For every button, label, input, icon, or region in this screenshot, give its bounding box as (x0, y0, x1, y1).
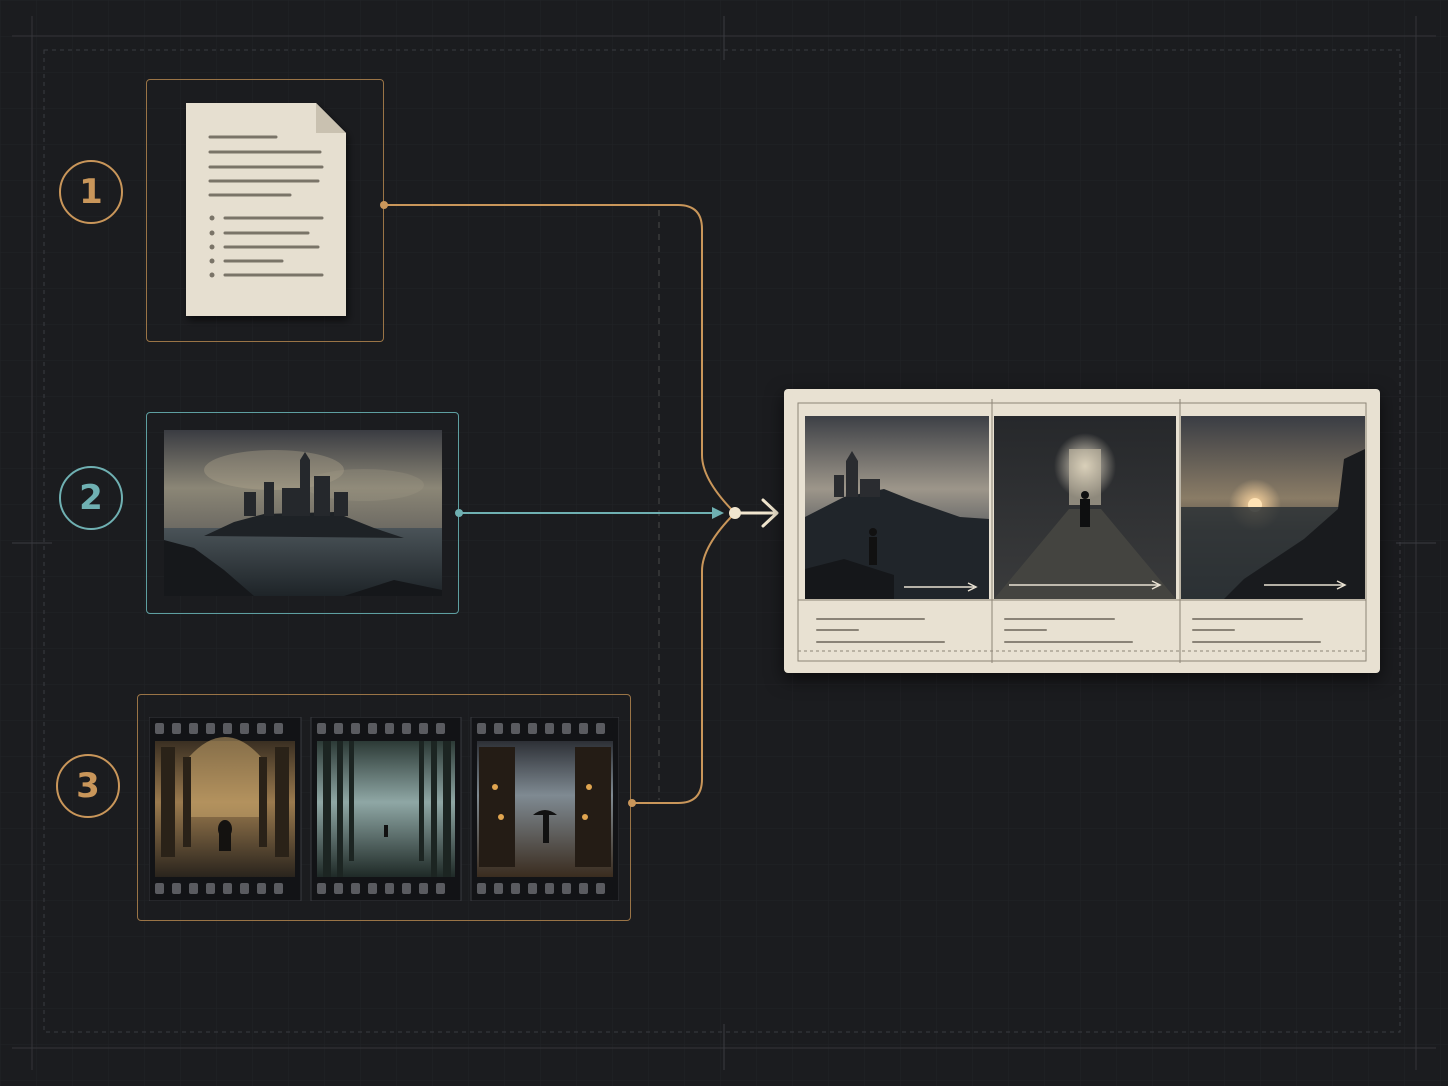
document-input-panel (146, 79, 384, 342)
sprocket-hole (402, 723, 411, 734)
sprocket-hole (334, 723, 343, 734)
sprocket-hole (240, 723, 249, 734)
film-frame-3 (470, 717, 619, 901)
storyboard-panel-2 (994, 416, 1176, 599)
sprocket-hole (494, 723, 503, 734)
sprocket-hole (172, 883, 181, 894)
film-strip-panel (137, 694, 631, 921)
storyboard-panel-3 (1181, 416, 1365, 599)
caption-lines (816, 618, 1321, 643)
sprocket-hole (317, 883, 326, 894)
sprocket-hole (351, 883, 360, 894)
sprocket-hole (436, 883, 445, 894)
sprocket-hole (189, 883, 198, 894)
sprocket-hole (436, 723, 445, 734)
step-1-badge: 1 (59, 160, 123, 224)
sprocket-hole (385, 723, 394, 734)
sprocket-hole (317, 723, 326, 734)
sprocket-hole (494, 883, 503, 894)
pipeline-diagram: 1 2 3 (0, 0, 1448, 1086)
sprocket-hole (528, 723, 537, 734)
sprocket-hole (402, 883, 411, 894)
sprocket-hole (562, 723, 571, 734)
sprocket-hole (368, 723, 377, 734)
sprocket-hole (528, 883, 537, 894)
sprocket-hole (385, 883, 394, 894)
reference-image-panel (146, 412, 459, 614)
sprocket-hole (477, 883, 486, 894)
sprocket-hole (274, 723, 283, 734)
sprocket-hole (257, 883, 266, 894)
sprocket-hole (545, 883, 554, 894)
sprocket-hole (562, 883, 571, 894)
document-icon (186, 103, 346, 316)
sprocket-hole (596, 883, 605, 894)
sprocket-hole (155, 723, 164, 734)
storyboard-output-card (784, 389, 1380, 673)
sprocket-hole (368, 883, 377, 894)
film-strip-icon (149, 717, 619, 901)
sprocket-hole (206, 723, 215, 734)
sprocket-hole (223, 723, 232, 734)
storyboard-icon (797, 399, 1367, 663)
storyboard-panel-1 (805, 416, 989, 599)
sprocket-hole (511, 883, 520, 894)
sprocket-hole (579, 883, 588, 894)
sprocket-hole (477, 723, 486, 734)
sprocket-hole (419, 723, 428, 734)
step-3-badge: 3 (56, 754, 120, 818)
sprocket-hole (274, 883, 283, 894)
sprocket-hole (579, 723, 588, 734)
sprocket-hole (223, 883, 232, 894)
castle-image (164, 430, 442, 596)
sprocket-hole (545, 723, 554, 734)
sprocket-hole (596, 723, 605, 734)
sprocket-hole (257, 723, 266, 734)
sprocket-hole (189, 723, 198, 734)
sprocket-hole (172, 723, 181, 734)
sprocket-hole (206, 883, 215, 894)
step-2-badge: 2 (59, 466, 123, 530)
sprocket-hole (511, 723, 520, 734)
sprocket-hole (155, 883, 164, 894)
film-frame-1 (149, 717, 302, 901)
film-frame-2 (310, 717, 462, 901)
sprocket-hole (351, 723, 360, 734)
sprocket-hole (334, 883, 343, 894)
sprocket-hole (419, 883, 428, 894)
sprocket-hole (240, 883, 249, 894)
